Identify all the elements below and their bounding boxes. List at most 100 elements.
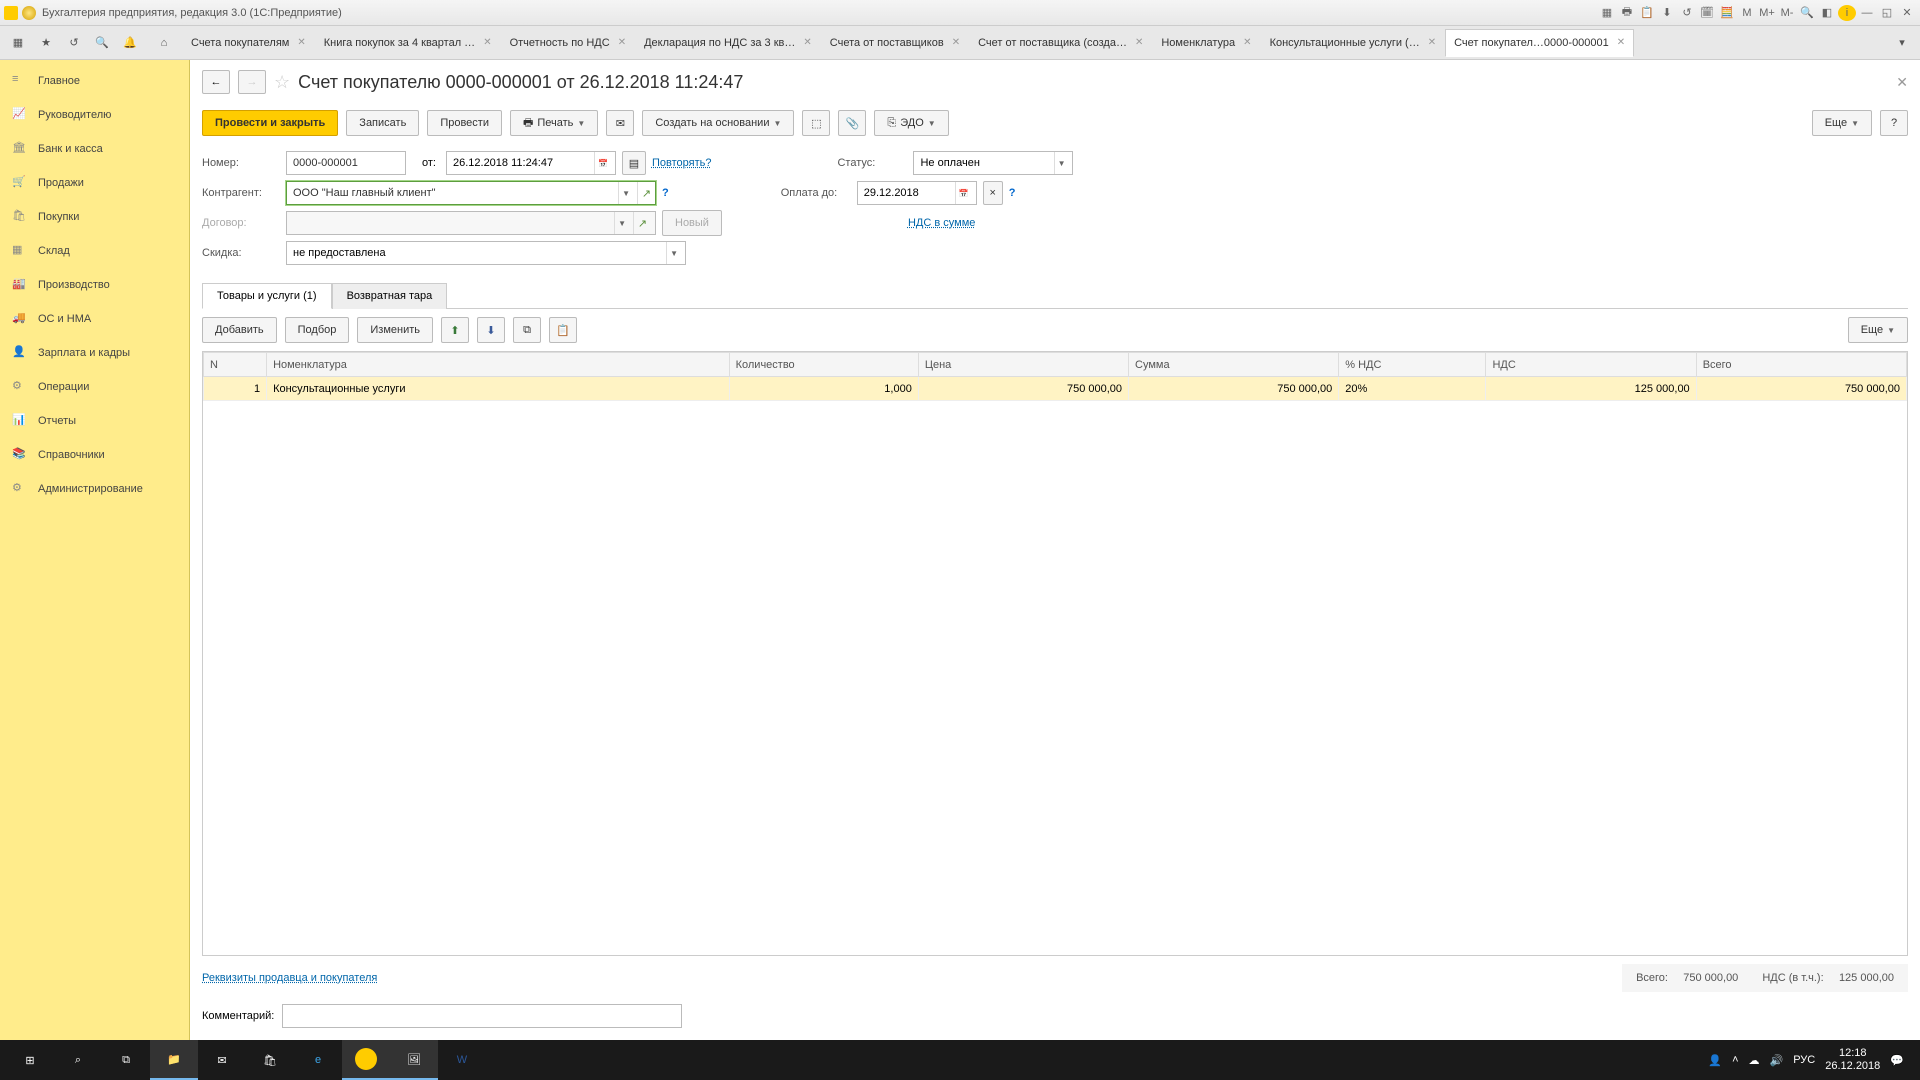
tab-close-icon[interactable]: ✕ [483,37,491,48]
repeat-link[interactable]: Повторять? [652,157,712,169]
document-tab[interactable]: Счета от поставщиков✕ [821,29,969,57]
photos-icon[interactable]: 🖼 [390,1040,438,1080]
paste-button[interactable]: 📋 [549,317,577,343]
sidebar-item[interactable]: 📈Руководителю [0,98,189,132]
sys-icon[interactable]: ▦ [1598,5,1616,21]
edit-row-button[interactable]: Изменить [357,317,433,343]
sidebar-item[interactable]: 🏭Производство [0,268,189,302]
sidebar-item[interactable]: ⚙Операции [0,370,189,404]
help-button[interactable]: ? [1880,110,1908,136]
document-tab[interactable]: Консультационные услуги (…✕ [1261,29,1446,57]
tray-clock[interactable]: 12:1826.12.2018 [1825,1047,1880,1073]
tray-up-icon[interactable]: ˄ [1732,1054,1738,1066]
detail-tab[interactable]: Возвратная тара [332,283,448,309]
move-up-button[interactable]: ⬆ [441,317,469,343]
tab-close-icon[interactable]: ✕ [1428,37,1436,48]
tray-people-icon[interactable]: 👤 [1708,1054,1722,1067]
apps-icon[interactable]: ▦ [4,29,32,57]
tray-lang[interactable]: РУС [1793,1054,1815,1066]
sys-m-icon[interactable]: M- [1778,5,1796,21]
sidebar-item[interactable]: 📊Отчеты [0,404,189,438]
tab-close-icon[interactable]: ✕ [618,37,626,48]
edge-icon[interactable]: e [294,1040,342,1080]
sidebar-item[interactable]: 👤Зарплата и кадры [0,336,189,370]
mail-icon[interactable]: ✉ [198,1040,246,1080]
task-view-icon[interactable]: ⧉ [102,1040,150,1080]
new-contract-button[interactable]: Новый [662,210,722,236]
column-header[interactable]: Цена [918,353,1128,377]
sys-icon[interactable]: 🧮 [1718,5,1736,21]
table-row[interactable]: 1Консультационные услуги1,000750 000,007… [204,377,1907,401]
search-icon[interactable]: 🔍 [88,29,116,57]
bell-icon[interactable]: 🔔 [116,29,144,57]
sys-restore-icon[interactable]: ◱ [1878,5,1896,21]
status-select[interactable]: Не оплачен▼ [913,151,1073,175]
app-1c-icon[interactable] [342,1040,390,1080]
sidebar-item[interactable]: 🏛Банк и касса [0,132,189,166]
tray-cloud-icon[interactable]: ☁ [1749,1054,1760,1067]
sys-info-icon[interactable]: i [1838,5,1856,21]
word-icon[interactable]: W [438,1040,486,1080]
more-button[interactable]: Еще▼ [1812,110,1872,136]
add-row-button[interactable]: Добавить [202,317,277,343]
start-button[interactable]: ⊞ [6,1040,54,1080]
contract-field[interactable]: ▼↗ [286,211,656,235]
taskbar-search-icon[interactable]: ⌕ [54,1040,102,1080]
open-icon[interactable]: ↗ [637,182,655,204]
sys-icon[interactable]: ↺ [1678,5,1696,21]
column-header[interactable]: Количество [729,353,918,377]
star-icon[interactable]: ★ [32,29,60,57]
dropdown-icon[interactable]: ▼ [618,182,633,204]
tabs-dropdown-icon[interactable]: ▾ [1888,29,1916,57]
calendar-icon[interactable]: 📅 [955,182,972,204]
counterparty-field[interactable]: ООО "Наш главный клиент" ▼ ↗ [286,181,656,205]
post-and-close-button[interactable]: Провести и закрыть [202,110,338,136]
tray-notifications-icon[interactable]: 💬 [1890,1054,1904,1067]
clear-date-button[interactable]: × [983,181,1003,205]
number-field[interactable] [286,151,406,175]
discount-select[interactable]: не предоставлена▼ [286,241,686,265]
calendar-icon[interactable]: 📅 [594,152,611,174]
date-extra-button[interactable]: ▤ [622,151,646,175]
structure-button[interactable]: ⬚ [802,110,830,136]
help-icon[interactable]: ? [1009,187,1016,199]
favorite-star-icon[interactable]: ☆ [274,72,290,93]
nav-back-button[interactable]: ← [202,70,230,94]
vat-in-sum-link[interactable]: НДС в сумме [908,217,975,229]
sys-icon[interactable]: 🖶 [1618,5,1636,21]
history-icon[interactable]: ↺ [60,29,88,57]
sys-icon[interactable]: 📋 [1638,5,1656,21]
sys-minimize-icon[interactable]: — [1858,5,1876,21]
column-header[interactable]: N [204,353,267,377]
sidebar-item[interactable]: 📚Справочники [0,438,189,472]
tab-close-icon[interactable]: ✕ [297,37,305,48]
tab-close-icon[interactable]: ✕ [1135,37,1143,48]
sys-m-icon[interactable]: M [1738,5,1756,21]
document-tab[interactable]: Счета покупателям✕ [182,29,315,57]
attach-button[interactable]: 📎 [838,110,866,136]
document-tab[interactable]: Номенклатура✕ [1152,29,1260,57]
tab-close-icon[interactable]: ✕ [1243,37,1251,48]
sidebar-item[interactable]: 🛍Покупки [0,200,189,234]
items-table[interactable]: NНоменклатураКоличествоЦенаСумма% НДСНДС… [202,351,1908,956]
document-tab[interactable]: Декларация по НДС за 3 кв…✕ [635,29,821,57]
open-icon[interactable]: ↗ [633,212,651,234]
comment-field[interactable] [282,1004,682,1028]
post-button[interactable]: Провести [427,110,502,136]
sidebar-item[interactable]: ⚙Администрирование [0,472,189,506]
help-icon[interactable]: ? [662,187,669,199]
table-more-button[interactable]: Еще▼ [1848,317,1908,343]
detail-tab[interactable]: Товары и услуги (1) [202,283,332,309]
date-field[interactable]: 26.12.2018 11:24:47📅 [446,151,616,175]
column-header[interactable]: НДС [1486,353,1696,377]
sys-m-icon[interactable]: M+ [1758,5,1776,21]
tab-close-icon[interactable]: ✕ [803,37,811,48]
nav-forward-button[interactable]: → [238,70,266,94]
sidebar-item[interactable]: 🚚ОС и НМА [0,302,189,336]
write-button[interactable]: Записать [346,110,419,136]
sys-icon[interactable]: 🗓 [1698,5,1716,21]
create-based-button[interactable]: Создать на основании▼ [642,110,794,136]
edo-button[interactable]: ⎘ЭДО▼ [874,110,948,136]
column-header[interactable]: Номенклатура [267,353,730,377]
email-button[interactable]: ✉ [606,110,634,136]
